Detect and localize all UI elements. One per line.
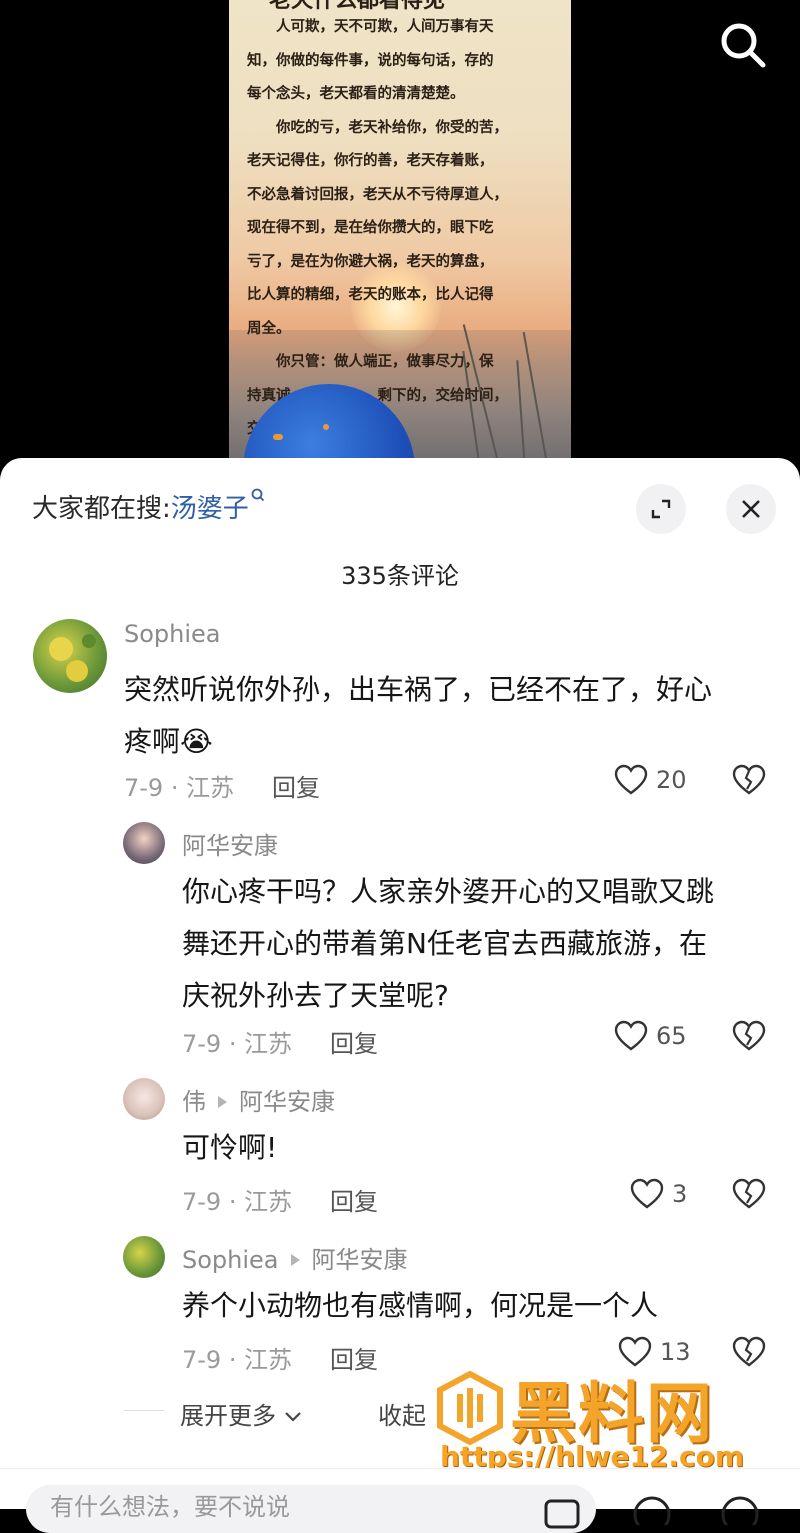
fullscreen-button[interactable]: [636, 484, 686, 534]
dislike-button[interactable]: [732, 1178, 766, 1214]
broken-heart-icon: [732, 764, 766, 795]
chevron-down-icon: [284, 1412, 301, 1422]
like-button[interactable]: 20: [614, 764, 687, 796]
comment-username[interactable]: Sophiea 阿华安康: [182, 1240, 408, 1275]
watermark-logo-icon: [437, 1370, 503, 1446]
comment-username[interactable]: 阿华安康: [182, 826, 278, 861]
reply-button[interactable]: 回复: [330, 1024, 378, 1059]
comment-count: 335条评论: [341, 562, 459, 590]
comment-date-location: 7-9 · 江苏: [182, 1030, 293, 1058]
comment-sheet: 大家都在搜:汤婆子 335条评论 Sophiea 突然听说你外孙，出车祸了，已经…: [0, 458, 800, 1508]
poster-text: 人可欺，天不可欺，人间万事有天 知，你做的每件事，说的每句话，存的 每个念头，老…: [247, 18, 508, 437]
like-count: 3: [672, 1180, 688, 1208]
comment-text: 可怜啊!: [182, 1131, 278, 1164]
avatar[interactable]: [33, 619, 107, 693]
fullscreen-icon: [651, 499, 671, 519]
reply-button[interactable]: 回复: [330, 1182, 378, 1217]
comment-text: 突然听说你外孙，出车祸了，已经不在了，好心 疼啊😭: [124, 673, 713, 758]
crying-emoji: 😭: [180, 725, 213, 758]
avatar[interactable]: [123, 1236, 165, 1278]
close-icon: [742, 500, 760, 518]
comment-date-location: 7-9 · 江苏: [124, 774, 235, 802]
heart-icon: [630, 1178, 664, 1209]
collapse-button[interactable]: 收起: [378, 1396, 426, 1431]
reply-to-user: 阿华安康: [311, 1246, 408, 1274]
at-icon: [633, 1496, 671, 1525]
image-icon: [544, 1499, 580, 1529]
reply-button[interactable]: 回复: [330, 1340, 378, 1375]
dislike-button[interactable]: [732, 1020, 766, 1056]
like-button[interactable]: 3: [630, 1178, 687, 1210]
like-button[interactable]: 65: [614, 1020, 687, 1052]
avatar[interactable]: [123, 1078, 165, 1120]
heart-icon: [614, 764, 648, 795]
reply-arrow-icon: [218, 1096, 227, 1108]
comment-username[interactable]: Sophiea: [124, 620, 221, 648]
comment-date-location: 7-9 · 江苏: [182, 1346, 293, 1374]
close-button[interactable]: [726, 484, 776, 534]
broken-heart-icon: [732, 1020, 766, 1051]
watermark: 黑料网 https://hlwe12.com: [432, 1364, 800, 1482]
search-icon: [251, 488, 264, 502]
trending-keyword[interactable]: 汤婆子: [171, 494, 249, 524]
trending-prefix: 大家都在搜:: [32, 494, 171, 524]
comment-username[interactable]: 伟阿华安康: [182, 1082, 335, 1117]
emoji-icon: [721, 1496, 759, 1525]
dislike-button[interactable]: [732, 764, 766, 800]
reply-to-user: 阿华安康: [239, 1088, 335, 1116]
reply-arrow-icon: [290, 1254, 300, 1266]
reply-button[interactable]: 回复: [272, 768, 320, 803]
trending-search[interactable]: 大家都在搜:汤婆子: [32, 488, 265, 525]
like-count: 20: [656, 766, 687, 794]
avatar[interactable]: [123, 822, 165, 864]
expand-more-button[interactable]: 展开更多: [180, 1396, 302, 1431]
comment-input-bar: 有什么想法，要不说说: [0, 1468, 800, 1533]
video-poster: 老天什么都看得见 人可欺，天不可欺，人间万事有天 知，你做的每件事，说的每句话，…: [229, 0, 571, 470]
broken-heart-icon: [732, 1178, 766, 1209]
search-icon: [721, 23, 766, 68]
video-area[interactable]: 老天什么都看得见 人可欺，天不可欺，人间万事有天 知，你做的每件事，说的每句话，…: [0, 0, 800, 470]
comment-date-location: 7-9 · 江苏: [182, 1188, 293, 1216]
comment-text: 养个小动物也有感情啊，何况是一个人: [182, 1289, 659, 1322]
comment-input[interactable]: 有什么想法，要不说说: [26, 1485, 596, 1533]
thread-divider: [124, 1410, 164, 1411]
search-button[interactable]: [716, 18, 770, 72]
like-count: 65: [656, 1022, 687, 1050]
heart-icon: [614, 1020, 648, 1051]
comment-text: 你心疼干吗？人家亲外婆开心的又唱歌又跳 舞还开心的带着第N任老官去西藏旅游，在 …: [182, 875, 715, 1012]
